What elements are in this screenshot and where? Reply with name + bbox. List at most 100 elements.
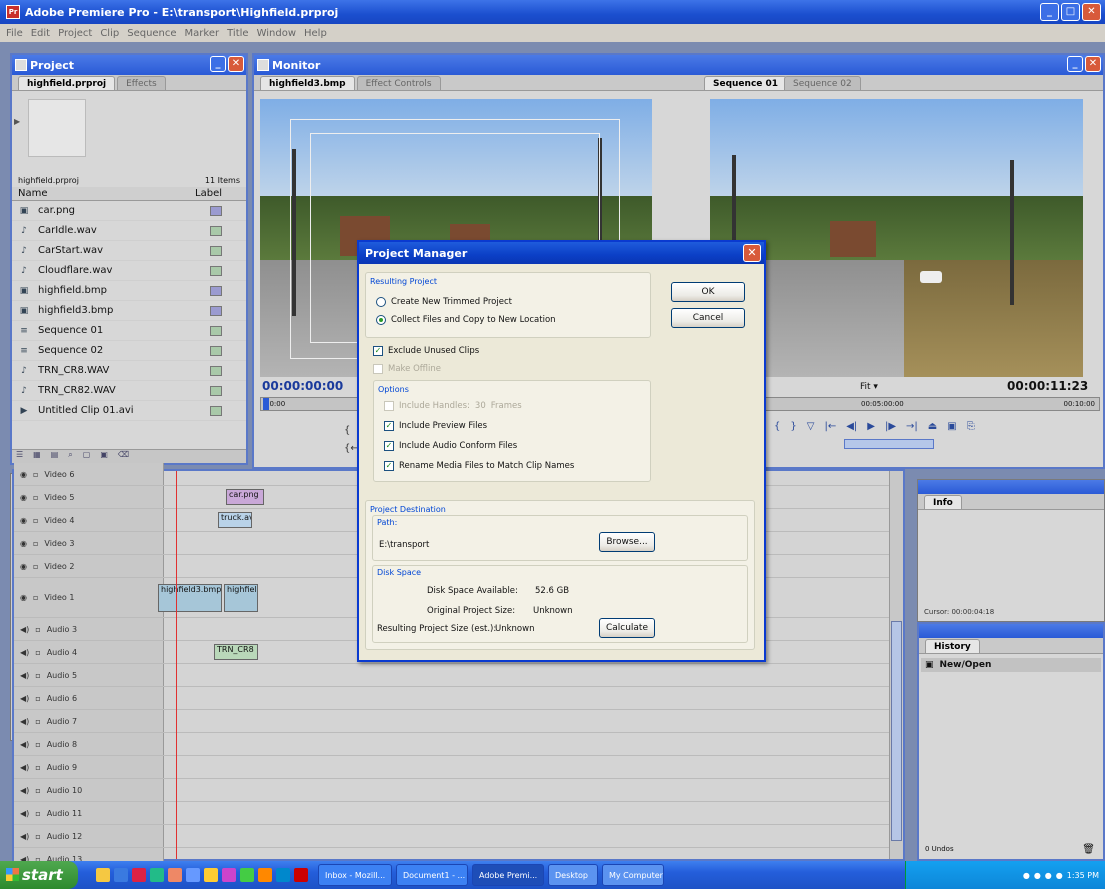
- lock-icon[interactable]: ▫: [33, 539, 38, 548]
- lock-icon[interactable]: ▫: [33, 562, 38, 571]
- eye-icon[interactable]: ◉: [20, 516, 27, 525]
- goto-out-icon[interactable]: →|: [906, 421, 918, 432]
- monitor-minimize-button[interactable]: _: [1067, 56, 1083, 72]
- export-frame-icon[interactable]: ⎘: [967, 421, 975, 432]
- app-titlebar[interactable]: Pr Adobe Premiere Pro - E:\transport\Hig…: [0, 0, 1105, 24]
- exclude-unused-checkbox[interactable]: ✓ Exclude Unused Clips: [373, 346, 479, 356]
- goto-in-icon[interactable]: |←: [824, 421, 836, 432]
- monitor-close-button[interactable]: ✕: [1085, 56, 1101, 72]
- timeline-clip[interactable]: highfield: [224, 584, 258, 612]
- program-time-ruler[interactable]: 00:05:00:00 00:10:00: [710, 397, 1100, 411]
- calculate-button[interactable]: Calculate: [599, 618, 655, 638]
- project-item[interactable]: ♪ CarStart.wav: [12, 241, 246, 261]
- quicklaunch-1-icon[interactable]: [96, 868, 110, 882]
- tray-1-icon[interactable]: ●: [1023, 871, 1030, 880]
- lock-icon[interactable]: ▫: [33, 470, 38, 479]
- track-header[interactable]: ◉ ▫ Video 2: [14, 555, 164, 577]
- source-timecode[interactable]: 00:00:00:00: [262, 379, 343, 393]
- lock-icon[interactable]: ▫: [35, 648, 40, 657]
- timeline-scrollbar[interactable]: [889, 471, 903, 859]
- tab-project[interactable]: highfield.prproj: [18, 76, 116, 90]
- radio-collect-files[interactable]: Collect Files and Copy to New Location: [376, 315, 556, 325]
- task-inbox-mozilla[interactable]: Inbox - Mozill...: [318, 864, 392, 886]
- speaker-icon[interactable]: ◀): [20, 763, 29, 772]
- track-header[interactable]: ◉ ▫ Video 4: [14, 509, 164, 531]
- menu-edit[interactable]: Edit: [31, 28, 50, 39]
- radio-create-trimmed[interactable]: Create New Trimmed Project: [376, 297, 512, 307]
- maximize-button[interactable]: □: [1061, 3, 1080, 21]
- eye-icon[interactable]: ◉: [20, 562, 27, 571]
- panel-minimize-button[interactable]: _: [210, 56, 226, 72]
- timeline-clip[interactable]: TRN_CR8: [214, 644, 258, 660]
- lock-icon[interactable]: ▫: [35, 740, 40, 749]
- eye-icon[interactable]: ◉: [20, 593, 27, 602]
- speaker-icon[interactable]: ◀): [20, 694, 29, 703]
- speaker-icon[interactable]: ◀): [20, 786, 29, 795]
- project-item[interactable]: ♪ TRN_CR82.WAV: [12, 381, 246, 401]
- quicklaunch-8-icon[interactable]: [222, 868, 236, 882]
- speaker-icon[interactable]: ◀): [20, 671, 29, 680]
- menu-window[interactable]: Window: [257, 28, 296, 39]
- quicklaunch-12-icon[interactable]: [294, 868, 308, 882]
- project-item[interactable]: ≡ Sequence 02: [12, 341, 246, 361]
- lock-icon[interactable]: ▫: [33, 516, 38, 525]
- lock-icon[interactable]: ▫: [33, 493, 38, 502]
- lock-icon[interactable]: ▫: [33, 593, 38, 602]
- start-button[interactable]: start: [0, 861, 78, 889]
- track-header[interactable]: ◀) ▫ Audio 6: [14, 687, 164, 709]
- list-view-icon[interactable]: ☰: [16, 450, 23, 463]
- new-item-icon[interactable]: ▣: [100, 450, 108, 463]
- include-handles-checkbox[interactable]: Include Handles: 30 Frames: [384, 401, 522, 411]
- quicklaunch-7-icon[interactable]: [204, 868, 218, 882]
- source-playhead[interactable]: [263, 398, 269, 410]
- lock-icon[interactable]: ▫: [35, 809, 40, 818]
- column-name-header[interactable]: Name: [18, 188, 48, 199]
- timeline-clip[interactable]: truck.avi: [218, 512, 252, 528]
- menu-file[interactable]: File: [6, 28, 23, 39]
- cancel-button[interactable]: Cancel: [671, 308, 745, 328]
- tab-effect-controls[interactable]: Effect Controls: [356, 76, 441, 90]
- quicklaunch-6-icon[interactable]: [186, 868, 200, 882]
- tray-3-icon[interactable]: ●: [1045, 871, 1052, 880]
- project-item[interactable]: ♪ CarIdle.wav: [12, 221, 246, 241]
- icon-view-icon[interactable]: ▦: [33, 450, 41, 463]
- tab-effects[interactable]: Effects: [117, 76, 166, 90]
- timeline-clip[interactable]: car.png: [226, 489, 264, 505]
- track-header[interactable]: ◀) ▫ Audio 12: [14, 825, 164, 847]
- audio-track[interactable]: ◀) ▫ Audio 6: [14, 687, 903, 710]
- lock-icon[interactable]: ▫: [35, 832, 40, 841]
- quicklaunch-10-icon[interactable]: [258, 868, 272, 882]
- panel-close-button[interactable]: ✕: [228, 56, 244, 72]
- menu-sequence[interactable]: Sequence: [127, 28, 176, 39]
- track-header[interactable]: ◉ ▫ Video 1: [14, 578, 164, 617]
- quicklaunch-5-icon[interactable]: [168, 868, 182, 882]
- timeline-playhead[interactable]: [176, 471, 177, 859]
- step-forward-icon[interactable]: |▶: [885, 421, 896, 432]
- timeline-clip[interactable]: highfield3.bmp: [158, 584, 222, 612]
- quicklaunch-2-icon[interactable]: [114, 868, 128, 882]
- quicklaunch-4-icon[interactable]: [150, 868, 164, 882]
- track-header[interactable]: ◀) ▫ Audio 8: [14, 733, 164, 755]
- speaker-icon[interactable]: ◀): [20, 740, 29, 749]
- play-icon[interactable]: ▶: [867, 421, 875, 432]
- lock-icon[interactable]: ▫: [35, 763, 40, 772]
- audio-track[interactable]: ◀) ▫ Audio 12: [14, 825, 903, 848]
- menu-marker[interactable]: Marker: [185, 28, 220, 39]
- project-panel-titlebar[interactable]: Project _ ✕: [12, 55, 246, 75]
- menu-help[interactable]: Help: [304, 28, 327, 39]
- eye-icon[interactable]: ◉: [20, 470, 27, 479]
- track-header[interactable]: ◉ ▫ Video 6: [14, 463, 164, 485]
- menu-project[interactable]: Project: [58, 28, 92, 39]
- tray-2-icon[interactable]: ●: [1034, 871, 1041, 880]
- rename-media-checkbox[interactable]: ✓ Rename Media Files to Match Clip Names: [384, 461, 574, 471]
- tray-4-icon[interactable]: ●: [1056, 871, 1063, 880]
- find-icon[interactable]: ⌕: [68, 450, 72, 463]
- lock-icon[interactable]: ▫: [35, 625, 40, 634]
- make-offline-checkbox[interactable]: Make Offline: [373, 364, 441, 374]
- lock-icon[interactable]: ▫: [35, 786, 40, 795]
- track-header[interactable]: ◉ ▫ Video 3: [14, 532, 164, 554]
- quicklaunch-3-icon[interactable]: [132, 868, 146, 882]
- handles-value[interactable]: 30: [475, 401, 486, 411]
- project-item[interactable]: ▶ Untitled Clip 01.avi: [12, 401, 246, 421]
- zoom-fit-dropdown[interactable]: Fit ▾: [860, 382, 878, 392]
